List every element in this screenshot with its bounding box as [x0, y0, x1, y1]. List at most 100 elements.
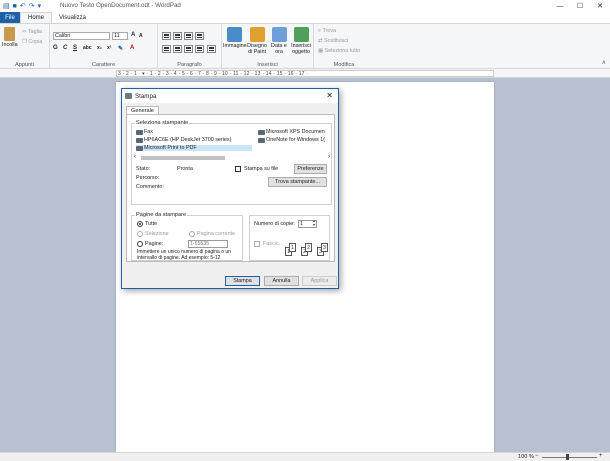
collate-checkbox[interactable] [254, 241, 260, 247]
print-to-file-label: Stampa su file [244, 166, 279, 172]
zoom-out-button[interactable]: − [535, 453, 539, 459]
copy-button[interactable]: ❐ Copia [22, 39, 42, 45]
print-button[interactable]: Stampa [225, 276, 260, 286]
ruler-scale[interactable]: 3 · 2 · 1 · ▾ · 1 · 2 · 3 · 4 · 5 · 6 · … [116, 70, 494, 77]
collate-label: Fascic. [263, 241, 281, 247]
replace-icon: ⇄ [318, 38, 323, 44]
general-panel: Seleziona stampante Fax HP6AC6E (HP Desk… [126, 114, 335, 262]
find-printer-button[interactable]: Trova stampante... [268, 177, 327, 187]
cut-button[interactable]: ✂ Taglia [22, 29, 42, 35]
align-right-icon[interactable] [184, 45, 193, 53]
tab-view[interactable]: Visualizza [52, 12, 93, 23]
increase-indent-icon[interactable] [173, 32, 182, 40]
justify-icon[interactable] [195, 45, 204, 53]
date-time-button[interactable]: Data e ora [269, 27, 289, 55]
current-page-radio[interactable] [189, 231, 195, 237]
copies-group: Numero di copie: 1 ▴ ▾ Fascic. 1 1 2 2 3 … [249, 215, 330, 261]
window-title: Nuovo Testo OpenDocument.odt - WordPad [60, 2, 181, 9]
find-button[interactable]: ⌕ Trova [318, 28, 336, 35]
print-to-file-checkbox[interactable] [235, 166, 241, 172]
pages-label: Pagine: [145, 241, 164, 247]
line-spacing-icon[interactable] [195, 32, 204, 40]
close-icon[interactable]: ✕ [326, 91, 333, 100]
wordpad-icon: ▤ [3, 3, 10, 10]
customize-icon[interactable]: ▾ [38, 2, 42, 10]
printer-selection-group: Seleziona stampante Fax HP6AC6E (HP Desk… [131, 120, 332, 205]
maximize-icon[interactable]: ☐ [570, 0, 590, 12]
font-size-select[interactable]: 11 [112, 32, 128, 40]
status-value: Pronta [177, 166, 193, 172]
undo-icon[interactable]: ↶ [20, 2, 26, 10]
cancel-button[interactable]: Annulla [264, 276, 299, 286]
underline-button[interactable]: S [73, 45, 77, 51]
font-color-icon[interactable]: A [130, 45, 134, 51]
scroll-left-icon[interactable]: ‹ [134, 154, 136, 160]
calendar-icon [271, 27, 287, 42]
printer-icon [136, 145, 143, 151]
zoom-slider-thumb[interactable] [566, 454, 569, 460]
select-all-button[interactable]: ▦ Seleziona tutto [318, 48, 360, 54]
printer-list-scrollbar[interactable]: ‹ › [134, 154, 330, 161]
printer-item-selected[interactable]: Microsoft Print to PDF [136, 145, 252, 151]
insert-object-button[interactable]: Inserisci oggetto [289, 27, 313, 55]
shrink-font-button[interactable]: A [139, 33, 143, 39]
printer-item[interactable]: Fax [136, 129, 153, 135]
apply-button[interactable]: Applica [302, 276, 337, 286]
redo-icon[interactable]: ↷ [29, 2, 35, 10]
tab-file[interactable]: File [0, 12, 20, 23]
save-icon[interactable]: ■ [13, 3, 17, 10]
superscript-button[interactable]: x² [107, 45, 111, 51]
font-select[interactable]: Calibri [53, 32, 110, 40]
printer-item[interactable]: Microsoft XPS Documen [258, 129, 325, 135]
group-label: Inserisci [257, 62, 278, 68]
ruler: 3 · 2 · 1 · ▾ · 1 · 2 · 3 · 4 · 5 · 6 · … [0, 69, 610, 78]
scroll-right-icon[interactable]: › [328, 154, 330, 160]
group-label: Paragrafo [177, 62, 202, 68]
select-all-icon: ▦ [318, 48, 324, 54]
tab-home[interactable]: Home [20, 12, 53, 23]
group-label: Appunti [15, 62, 34, 68]
paint-icon [249, 27, 265, 42]
current-page-label: Pagina corrente [197, 231, 236, 237]
bullet-list-icon[interactable] [184, 32, 193, 40]
printer-item[interactable]: HP6AC6E (HP DeskJet 3700 series) [136, 137, 231, 143]
italic-button[interactable]: C [63, 45, 67, 51]
collate-page-preview: 1 [289, 243, 296, 252]
paint-drawing-button[interactable]: Disegno di Paint [246, 27, 268, 55]
selection-label: Selezione [145, 231, 169, 237]
scissors-icon: ✂ [22, 29, 27, 35]
insert-image-button[interactable]: Immagine [223, 27, 247, 49]
selection-radio[interactable] [137, 231, 143, 237]
object-icon [293, 27, 309, 42]
close-icon[interactable]: ✕ [590, 0, 610, 12]
paragraph-settings-icon[interactable] [207, 45, 216, 53]
bold-button[interactable]: G [53, 45, 58, 51]
align-left-icon[interactable] [162, 45, 171, 53]
copies-spinner-icon[interactable]: ▴ ▾ [313, 219, 315, 227]
dialog-title: Stampa [135, 92, 157, 100]
strikethrough-button[interactable]: abc [83, 45, 92, 51]
pages-hint: Immettere un unico numero di pagina o un… [137, 249, 231, 261]
copy-icon: ❐ [22, 39, 27, 45]
paste-button[interactable]: Incolla [2, 27, 18, 48]
zoom-slider-track[interactable] [542, 457, 597, 458]
comment-label: Commento: [136, 184, 164, 190]
preferences-button[interactable]: Preferenze [294, 164, 327, 174]
scrollbar-thumb[interactable] [141, 156, 225, 160]
highlight-icon[interactable]: ✎ [118, 45, 123, 52]
collapse-ribbon-icon[interactable]: ∧ [602, 59, 606, 66]
print-dialog: Stampa ✕ Generale Seleziona stampante Fa… [121, 88, 339, 289]
pages-radio[interactable] [137, 241, 143, 247]
minimize-icon[interactable]: — [550, 0, 570, 12]
printer-item[interactable]: OneNote for Windows 1( [258, 137, 325, 143]
decrease-indent-icon[interactable] [162, 32, 171, 40]
subscript-button[interactable]: x₂ [97, 45, 102, 51]
replace-button[interactable]: ⇄ Sostituisci [318, 38, 348, 44]
group-modifica: ⌕ Trova ⇄ Sostituisci ▦ Seleziona tutto … [314, 24, 374, 69]
all-pages-radio[interactable] [137, 221, 143, 227]
zoom-in-button[interactable]: + [599, 453, 603, 459]
fax-icon [136, 129, 143, 135]
pages-input[interactable]: 1-65535 [188, 240, 228, 248]
grow-font-button[interactable]: A [131, 32, 135, 38]
align-center-icon[interactable] [173, 45, 182, 53]
